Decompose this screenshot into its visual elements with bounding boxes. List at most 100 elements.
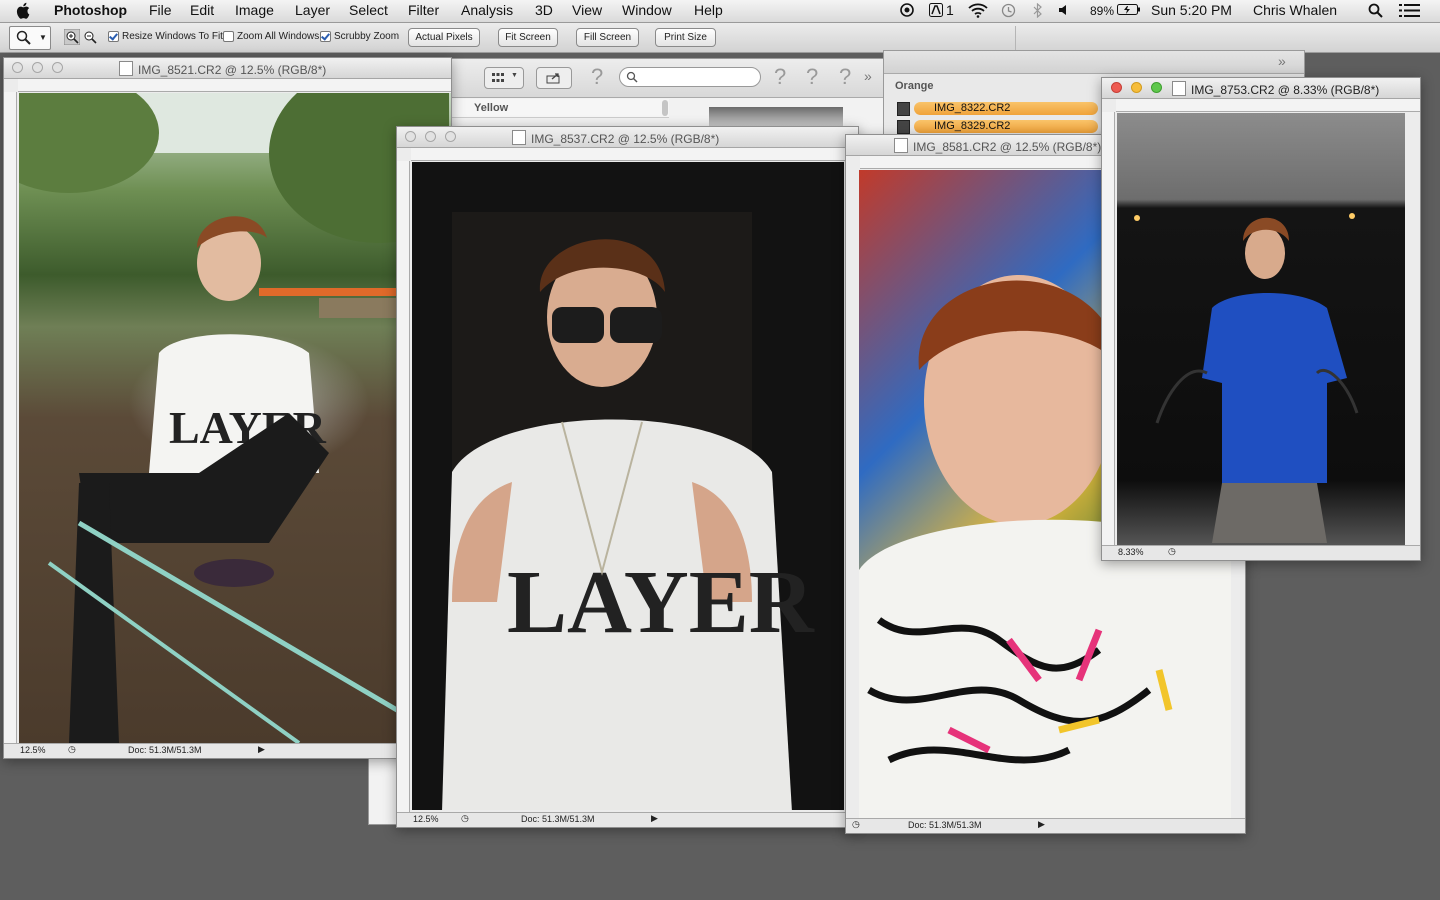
horizontal-ruler[interactable]	[411, 148, 858, 161]
menu-view[interactable]: View	[572, 2, 602, 18]
fit-screen-button[interactable]: Fit Screen	[498, 28, 558, 47]
menu-analysis[interactable]: Analysis	[461, 2, 513, 18]
adobe-updater-icon[interactable]	[929, 3, 943, 20]
bridge-search-input[interactable]	[619, 67, 761, 87]
minimize-button[interactable]	[425, 131, 436, 142]
menu-app-name[interactable]: Photoshop	[54, 2, 127, 18]
document-window-img-8537[interactable]: IMG_8537.CR2 @ 12.5% (RGB/8*) LAYER 12.5…	[396, 126, 859, 828]
menu-window[interactable]: Window	[622, 2, 672, 18]
script-menu-icon[interactable]	[900, 3, 914, 20]
file-thumbnail-icon	[897, 102, 910, 116]
status-menu-icon[interactable]: ◷	[461, 813, 469, 824]
photo-canvas[interactable]: LAYER	[19, 93, 451, 743]
zoom-out-icon[interactable]	[82, 29, 98, 45]
file-row-img-8329[interactable]: IMG_8329.CR2	[897, 120, 1098, 134]
volume-icon[interactable]	[1058, 3, 1072, 20]
close-button[interactable]	[405, 131, 416, 142]
window-title: IMG_8521.CR2 @ 12.5% (RGB/8*)	[138, 63, 327, 77]
status-menu-icon[interactable]: ◷	[68, 744, 76, 755]
overflow-chevron-icon[interactable]: »	[864, 68, 872, 84]
help-icon-3[interactable]: ?	[806, 64, 818, 90]
bridge-content-toolbar: »	[884, 51, 1304, 74]
zoom-level[interactable]: 12.5%	[413, 814, 439, 824]
file-name: IMG_8329.CR2	[934, 120, 1011, 132]
zoom-in-icon[interactable]	[63, 28, 81, 46]
zoom-all-windows-label: Zoom All Windows	[237, 31, 320, 42]
overflow-chevron-icon[interactable]: »	[1278, 53, 1286, 69]
window-title-bar[interactable]: IMG_8537.CR2 @ 12.5% (RGB/8*)	[397, 127, 858, 148]
photo-canvas[interactable]	[1117, 113, 1405, 545]
zoom-button[interactable]	[52, 62, 63, 73]
menu-filter[interactable]: Filter	[408, 2, 439, 18]
actual-pixels-button[interactable]: Actual Pixels	[408, 28, 480, 47]
share-button[interactable]	[536, 67, 572, 89]
window-title-bar[interactable]: IMG_8521.CR2 @ 12.5% (RGB/8*)	[4, 58, 451, 79]
doc-size: Doc: 51.3M/51.3M	[908, 820, 982, 830]
menu-edit[interactable]: Edit	[190, 2, 214, 18]
photo-canvas[interactable]: LAYER	[412, 162, 844, 810]
print-size-button[interactable]: Print Size	[655, 28, 716, 47]
grid-icon	[492, 73, 504, 82]
status-bar: ◷ Doc: 51.3M/51.3M ▶	[846, 818, 1245, 833]
bluetooth-icon[interactable]	[1033, 2, 1043, 21]
battery-icon[interactable]	[1117, 3, 1141, 19]
horizontal-ruler[interactable]	[1116, 99, 1420, 112]
resize-windows-checkbox[interactable]: Resize Windows To Fit	[108, 31, 223, 42]
document-window-img-8753[interactable]: IMG_8753.CR2 @ 8.33% (RGB/8*) 8.33% ◷	[1101, 77, 1421, 561]
wifi-icon[interactable]	[968, 3, 988, 21]
horizontal-ruler[interactable]	[18, 79, 451, 92]
options-bar: ▼ Resize Windows To Fit Zoom All Windows…	[0, 23, 1440, 53]
battery-percent: 89%	[1090, 4, 1115, 18]
svg-text:LAYER: LAYER	[507, 553, 815, 652]
status-arrow-icon[interactable]: ▶	[1038, 819, 1045, 830]
status-arrow-icon[interactable]: ▶	[651, 813, 658, 824]
status-arrow-icon[interactable]: ▶	[258, 744, 265, 755]
menu-help[interactable]: Help	[694, 2, 723, 18]
vertical-ruler[interactable]	[4, 92, 17, 744]
scrubby-zoom-checkbox[interactable]: Scrubby Zoom	[320, 31, 399, 42]
label-orange: Orange	[895, 80, 934, 92]
status-menu-icon[interactable]: ◷	[1168, 546, 1176, 557]
view-grid-button[interactable]: ▼	[484, 67, 524, 89]
status-menu-icon[interactable]: ◷	[852, 819, 860, 830]
status-bar: 8.33% ◷	[1102, 545, 1420, 560]
help-icon[interactable]: ?	[591, 64, 603, 90]
file-row-img-8322[interactable]: IMG_8322.CR2	[897, 102, 1098, 116]
fill-screen-button[interactable]: Fill Screen	[576, 28, 639, 47]
menu-3d[interactable]: 3D	[535, 2, 553, 18]
vertical-ruler[interactable]	[397, 161, 410, 813]
document-icon	[894, 138, 908, 153]
menu-image[interactable]: Image	[235, 2, 274, 18]
zoom-tool-icon	[16, 30, 31, 45]
menu-select[interactable]: Select	[349, 2, 388, 18]
vertical-ruler[interactable]	[1102, 112, 1115, 546]
notification-list-icon[interactable]	[1399, 3, 1421, 21]
menu-bar: Photoshop File Edit Image Layer Select F…	[0, 0, 1440, 23]
help-icon-4[interactable]: ?	[839, 64, 851, 90]
close-button[interactable]	[12, 62, 23, 73]
apple-icon[interactable]	[16, 2, 32, 19]
help-icon-2[interactable]: ?	[774, 64, 786, 90]
close-button[interactable]	[1111, 82, 1122, 93]
menu-layer[interactable]: Layer	[295, 2, 330, 18]
clock[interactable]: Sun 5:20 PM	[1151, 2, 1232, 18]
time-machine-icon[interactable]	[1001, 3, 1016, 21]
window-title-bar[interactable]: IMG_8753.CR2 @ 8.33% (RGB/8*)	[1102, 78, 1420, 99]
zoom-all-windows-checkbox[interactable]: Zoom All Windows	[223, 31, 319, 42]
spotlight-icon[interactable]	[1368, 3, 1383, 21]
minimize-button[interactable]	[32, 62, 43, 73]
document-window-img-8521[interactable]: IMG_8521.CR2 @ 12.5% (RGB/8*) LAYER 12.5…	[3, 57, 452, 759]
search-icon	[626, 71, 638, 83]
tool-preset-picker[interactable]: ▼	[9, 26, 51, 50]
zoom-level[interactable]: 8.33%	[1118, 547, 1144, 557]
scrollbar-thumb[interactable]	[662, 100, 668, 116]
menu-file[interactable]: File	[149, 2, 172, 18]
zoom-button[interactable]	[445, 131, 456, 142]
doc-size: Doc: 51.3M/51.3M	[521, 814, 595, 824]
zoom-level[interactable]: 12.5%	[20, 745, 46, 755]
zoom-button[interactable]	[1151, 82, 1162, 93]
document-icon	[512, 130, 526, 145]
user-name[interactable]: Chris Whalen	[1253, 2, 1337, 18]
portrait-figure	[1134, 213, 1359, 543]
minimize-button[interactable]	[1131, 82, 1142, 93]
